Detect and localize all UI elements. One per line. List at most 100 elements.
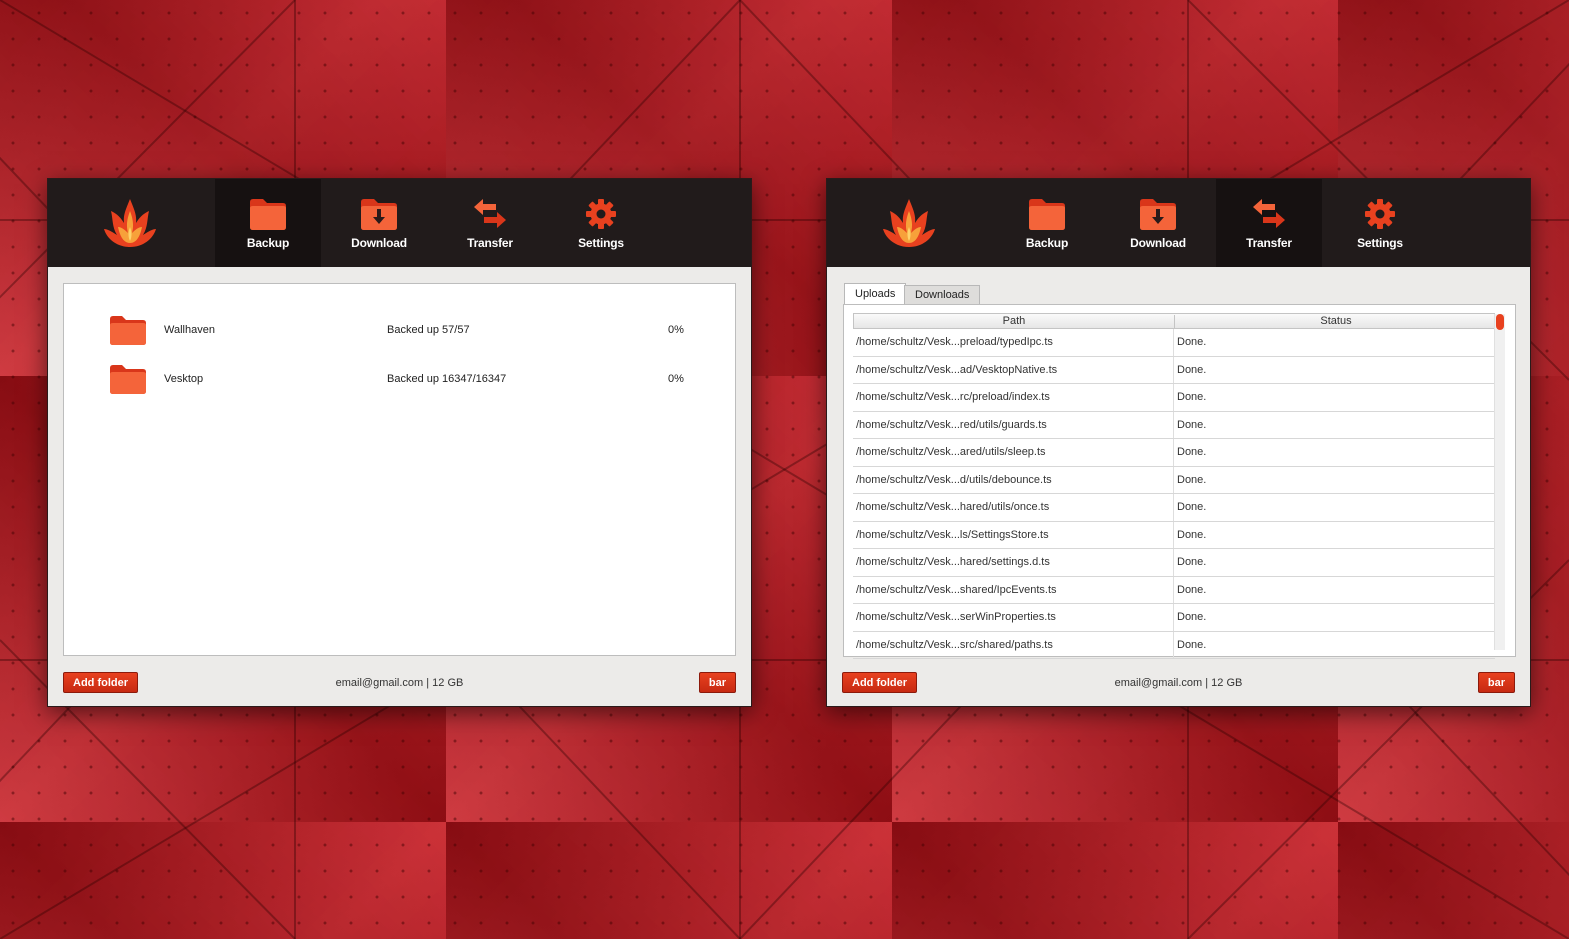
row-status: Done. (1177, 336, 1207, 348)
bar-button[interactable]: bar (1477, 672, 1515, 693)
folder-icon (1029, 199, 1065, 230)
row-status: Done. (1177, 583, 1207, 596)
row-path: /home/schultz/Vesk...hared/settings.d.ts (856, 556, 1050, 568)
folder-backup-status: Backed up 57/57 (387, 324, 470, 336)
backup-folder-list: Wallhaven Backed up 57/57 0% Vesktop Bac… (63, 283, 736, 656)
table-row[interactable]: /home/schultz/Vesk...red/utils/guards.ts… (853, 411, 1495, 439)
table-header: Path Status (853, 313, 1495, 329)
column-divider (1173, 329, 1174, 356)
account-info: email@gmail.com | 12 GB (335, 677, 464, 689)
column-divider (1173, 411, 1174, 438)
column-divider (1173, 384, 1174, 411)
nav-download-label: Download (1130, 236, 1186, 250)
nav-settings[interactable]: Settings (1327, 179, 1433, 267)
table-row[interactable]: /home/schultz/Vesk...ared/utils/sleep.ts… (853, 439, 1495, 467)
download-folder-icon (361, 199, 397, 230)
uploads-table-frame: Path Status /home/schultz/Vesk...preload… (843, 304, 1516, 659)
folder-icon (110, 365, 146, 394)
uploads-table-body: /home/schultz/Vesk...preload/typedIpc.ts… (853, 329, 1495, 659)
row-status: Done. (1177, 391, 1207, 403)
nav-download-label: Download (351, 236, 407, 250)
flame-lotus-logo-icon (104, 199, 156, 247)
nav-settings-label: Settings (578, 236, 624, 250)
column-header-status[interactable]: Status (1174, 315, 1497, 329)
nav-transfer[interactable]: Transfer (437, 179, 543, 267)
table-row[interactable]: /home/schultz/Vesk...d/utils/debounce.ts… (853, 466, 1495, 494)
row-path: /home/schultz/Vesk...d/utils/debounce.ts (856, 473, 1052, 486)
row-path: /home/schultz/Vesk...red/utils/guards.ts (856, 418, 1047, 431)
tab-uploads[interactable]: Uploads (844, 283, 907, 305)
folder-progress-percent: 0% (668, 373, 684, 385)
row-path: /home/schultz/Vesk...ared/utils/sleep.ts (856, 446, 1046, 458)
column-divider (1173, 604, 1174, 631)
table-row[interactable]: /home/schultz/Vesk...hared/settings.d.ts… (853, 549, 1495, 577)
nav-download[interactable]: Download (326, 179, 432, 267)
row-status: Done. (1177, 611, 1207, 623)
nav-backup-label: Backup (1025, 236, 1069, 250)
folder-progress-percent: 0% (668, 324, 684, 336)
column-divider (1173, 631, 1174, 658)
row-status: Done. (1177, 528, 1207, 541)
table-row[interactable]: /home/schultz/Vesk...serWinProperties.ts… (853, 604, 1495, 632)
row-status: Done. (1177, 556, 1207, 568)
table-row[interactable]: /home/schultz/Vesk...rc/preload/index.ts… (853, 384, 1495, 412)
bar-button[interactable]: bar (698, 672, 736, 693)
nav-backup[interactable]: Backup (215, 179, 321, 267)
transfer-arrows-icon (1253, 199, 1285, 228)
flame-lotus-logo-icon (883, 199, 935, 247)
column-divider (1173, 549, 1174, 576)
column-divider (1173, 576, 1174, 603)
gear-icon (586, 199, 616, 229)
row-path: /home/schultz/Vesk...hared/utils/once.ts (856, 501, 1050, 513)
table-row[interactable]: /home/schultz/Vesk...ad/VesktopNative.ts… (853, 356, 1495, 384)
row-status: Done. (1177, 418, 1207, 431)
row-path: /home/schultz/Vesk...preload/typedIpc.ts (856, 336, 1053, 348)
folder-icon (110, 316, 146, 345)
column-header-path[interactable]: Path (854, 315, 1174, 327)
nav-transfer-label: Transfer (1246, 236, 1292, 250)
column-divider (1173, 439, 1174, 466)
gear-icon (1365, 199, 1395, 229)
nav-settings[interactable]: Settings (548, 179, 654, 267)
nav-settings-label: Settings (1357, 236, 1403, 250)
download-folder-icon (1140, 199, 1176, 230)
nav-transfer-label: Transfer (467, 236, 513, 250)
row-path: /home/schultz/Vesk...rc/preload/index.ts (856, 391, 1050, 403)
row-path: /home/schultz/Vesk...src/shared/paths.ts (856, 638, 1053, 651)
row-status: Done. (1177, 363, 1207, 376)
column-divider (1173, 356, 1174, 383)
folder-name: Wallhaven (164, 324, 215, 336)
table-row[interactable]: /home/schultz/Vesk...src/shared/paths.ts… (853, 631, 1495, 659)
transfer-window: Backup Download Transfer Settings Upload… (826, 178, 1531, 707)
row-status: Done. (1177, 473, 1207, 486)
row-path: /home/schultz/Vesk...serWinProperties.ts (856, 611, 1056, 623)
folder-row[interactable]: Wallhaven Backed up 57/57 0% (64, 308, 735, 348)
table-row[interactable]: /home/schultz/Vesk...preload/typedIpc.ts… (853, 329, 1495, 357)
row-status: Done. (1177, 501, 1207, 513)
nav-download[interactable]: Download (1105, 179, 1211, 267)
table-row[interactable]: /home/schultz/Vesk...ls/SettingsStore.ts… (853, 521, 1495, 549)
row-path: /home/schultz/Vesk...ls/SettingsStore.ts (856, 528, 1049, 541)
scrollbar-thumb[interactable] (1496, 314, 1504, 330)
column-divider (1173, 466, 1174, 493)
top-navigation-bar: Backup Download Transfer Settings (48, 179, 751, 267)
folder-row[interactable]: Vesktop Backed up 16347/16347 0% (64, 357, 735, 397)
row-path: /home/schultz/Vesk...shared/IpcEvents.ts (856, 583, 1057, 596)
table-row[interactable]: /home/schultz/Vesk...hared/utils/once.ts… (853, 494, 1495, 522)
column-divider (1173, 494, 1174, 521)
folder-name: Vesktop (164, 373, 204, 385)
nav-transfer[interactable]: Transfer (1216, 179, 1322, 267)
backup-window: Backup Download Transfer Settings Wallha… (47, 178, 752, 707)
row-path: /home/schultz/Vesk...ad/VesktopNative.ts (856, 363, 1058, 376)
transfer-arrows-icon (474, 199, 506, 228)
nav-backup[interactable]: Backup (994, 179, 1100, 267)
column-divider (1173, 521, 1174, 548)
tab-downloads[interactable]: Downloads (904, 285, 981, 304)
top-navigation-bar: Backup Download Transfer Settings (827, 179, 1530, 267)
table-scrollbar[interactable] (1494, 314, 1505, 650)
table-row[interactable]: /home/schultz/Vesk...shared/IpcEvents.ts… (853, 576, 1495, 604)
row-status: Done. (1177, 638, 1207, 651)
folder-icon (250, 199, 286, 230)
nav-backup-label: Backup (246, 236, 290, 250)
account-info: email@gmail.com | 12 GB (1114, 677, 1243, 689)
